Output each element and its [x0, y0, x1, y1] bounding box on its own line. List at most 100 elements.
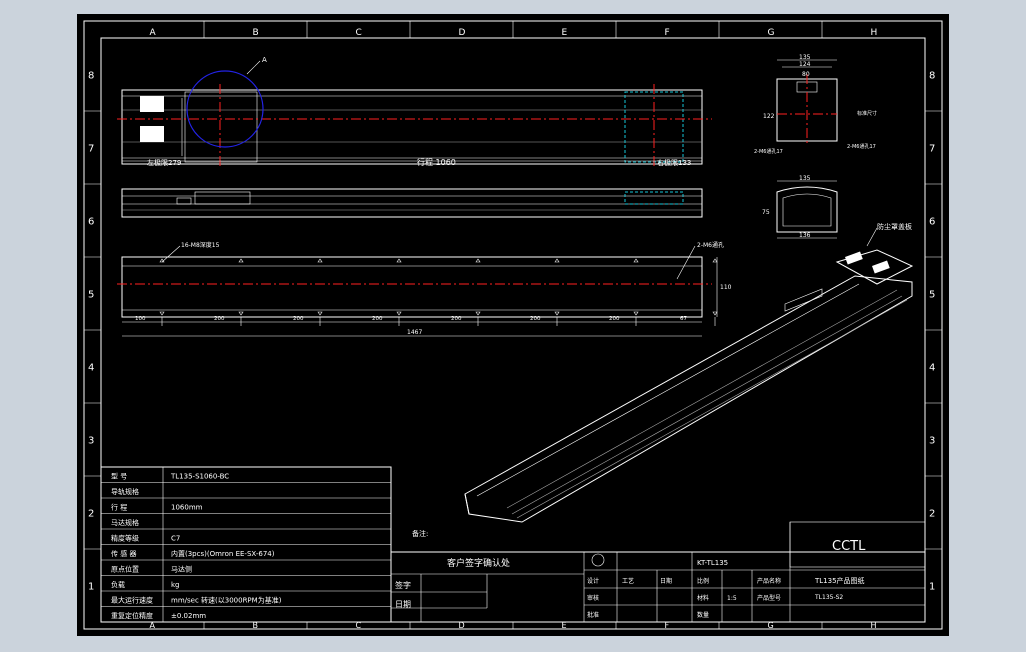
- hole-note-left: 16-M8深度15: [181, 241, 220, 249]
- sec-bot-w2: 136: [799, 232, 811, 239]
- title-block-cell: 产品名称: [757, 577, 781, 585]
- end-section-top: 135 124 80 122 2-M6通孔17 2-M6通孔17 标准尺寸: [754, 54, 877, 155]
- hole-mark-top: [396, 258, 402, 263]
- title-block-cell: 材料: [697, 594, 709, 602]
- dim-text: 100: [135, 316, 146, 322]
- spec-value: ±0.02mm: [171, 612, 206, 620]
- hole-mark-bottom: [238, 311, 244, 316]
- dim-text: 200: [451, 316, 462, 322]
- height-dim: 110: [720, 284, 732, 291]
- spec-value: kg: [171, 581, 180, 589]
- detail-label: A: [262, 56, 267, 64]
- row-label-right-3: 3: [929, 436, 935, 447]
- hole-mark-top: [554, 258, 560, 263]
- dim-text: 200: [293, 316, 304, 322]
- product-name: TL135产品图纸: [814, 576, 865, 585]
- title-block: CCTL 客户签字确认处 签字 日期 KT-TL135 TL135产品图纸 TL…: [390, 521, 926, 623]
- col-label-top-H: H: [871, 28, 878, 38]
- spec-label: 导轨规格: [111, 487, 139, 496]
- inner-border: [100, 37, 926, 623]
- col-label-top-G: G: [768, 28, 775, 38]
- title-block-cell: 批准: [587, 611, 599, 619]
- title-block-cell: 1:5: [727, 595, 737, 602]
- left-travel-dim: 左极限279: [147, 158, 181, 167]
- hole-marks: [159, 258, 718, 326]
- sec-top-w2: 124: [799, 61, 811, 68]
- design-code: KT-TL135: [697, 559, 728, 567]
- sign-label: 签字: [395, 580, 411, 590]
- column-labels-top: A B C D E F G H: [150, 28, 878, 38]
- row-label-left-3: 3: [88, 436, 94, 447]
- spec-label: 最大运行速度: [111, 596, 153, 605]
- row-label-right-4: 4: [929, 363, 935, 374]
- sec-top-w1: 135: [799, 54, 811, 61]
- row-label-left-7: 7: [88, 144, 94, 155]
- customer-confirm: 客户签字确认处: [447, 557, 510, 569]
- col-label-top-F: F: [665, 28, 670, 38]
- row-label-left-5: 5: [88, 290, 94, 301]
- stroke-dim: 行程 1060: [417, 157, 456, 167]
- iso-label: 防尘罩盖板: [877, 222, 912, 231]
- title-block-cell: 日期: [660, 577, 672, 585]
- spec-label: 行 程: [111, 503, 127, 512]
- sec-bot-h: 75: [762, 209, 770, 216]
- title-block-cell: 产品型号: [757, 594, 781, 602]
- sec-note-left: 2-M6通孔17: [754, 148, 783, 155]
- drawing-sheet: A B C D E F G H A B C D E F G H 8 7 6 5 4 3 2 1 8 7 6 5 4 3 2 1 A 左极…: [77, 14, 949, 636]
- hole-mark-bottom: [396, 311, 402, 316]
- spec-label: 重复定位精度: [111, 611, 153, 620]
- dim-text: 200: [609, 316, 620, 322]
- row-labels-right: 8 7 6 5 4 3 2 1: [929, 71, 935, 593]
- dim-text: 67: [680, 316, 687, 322]
- col-label-top-C: C: [356, 28, 362, 38]
- isometric-view: 防尘罩盖板: [464, 222, 914, 523]
- col-label-top-E: E: [562, 28, 568, 38]
- sec-top-h: 122: [763, 113, 775, 120]
- spec-label: 原点位置: [111, 565, 139, 574]
- hole-mark-bottom: [317, 311, 323, 316]
- spec-label: 型 号: [111, 472, 127, 481]
- end-section-bottom: 135 136 75: [762, 175, 838, 239]
- sec-note-right: 2-M6通孔17: [847, 143, 876, 150]
- spec-value: 马达侧: [171, 565, 192, 574]
- col-label-top-D: D: [459, 28, 466, 38]
- dim-text: 200: [372, 316, 383, 322]
- hole-mark-top: [633, 258, 639, 263]
- cad-drawing: A B C D E F G H A B C D E F G H 8 7 6 5 4 3 2 1 8 7 6 5 4 3 2 1 A 左极…: [83, 20, 943, 630]
- sec-top-w3: 80: [802, 71, 810, 78]
- title-block-cell: 设计: [587, 577, 599, 585]
- spec-label: 精度等级: [111, 534, 139, 543]
- hole-mark-bottom: [554, 311, 560, 316]
- row-label-left-1: 1: [88, 582, 94, 593]
- hole-mark-top: [475, 258, 481, 263]
- company-name: CCTL: [832, 539, 866, 554]
- row-label-right-1: 1: [929, 582, 935, 593]
- side-view: [121, 188, 703, 218]
- part-number: TL135-S2: [814, 594, 843, 601]
- spec-label: 马达规格: [111, 518, 139, 527]
- hole-mark-bottom: [159, 311, 165, 316]
- sec-bot-w: 135: [799, 175, 811, 182]
- row-label-left-4: 4: [88, 363, 94, 374]
- dim-text: 200: [214, 316, 225, 322]
- top-view: A 左极限279 行程 1060 右极限133: [117, 56, 712, 169]
- col-label-top-B: B: [253, 28, 259, 38]
- sec-note-side: 标准尺寸: [857, 110, 877, 117]
- spec-value: 1060mm: [171, 504, 203, 512]
- spec-label: 传 感 器: [111, 549, 136, 558]
- spec-value: 内置(3pcs)(Omron EE-SX-674): [171, 549, 275, 558]
- spec-note: 备注:: [412, 529, 428, 538]
- hole-note-right: 2-M6通孔: [697, 241, 724, 249]
- row-label-right-7: 7: [929, 144, 935, 155]
- spec-table: 型 号 TL135-S1060-BC 导轨规格行 程 1060mm 马达规格精度等级 C7…: [100, 466, 428, 623]
- hole-mark-bottom: [475, 311, 481, 316]
- hole-view: 16-M8深度15 2-M6通孔 110 100 200 200 200 200 200 2…: [117, 241, 732, 337]
- date-label: 日期: [395, 600, 411, 609]
- hole-mark-top: [238, 258, 244, 263]
- spec-label: 负载: [111, 580, 125, 589]
- title-block-cell: 工艺: [622, 577, 634, 585]
- outer-border: [83, 20, 943, 630]
- row-label-right-8: 8: [929, 71, 935, 82]
- spec-value: C7: [171, 535, 180, 543]
- row-label-left-2: 2: [88, 509, 94, 520]
